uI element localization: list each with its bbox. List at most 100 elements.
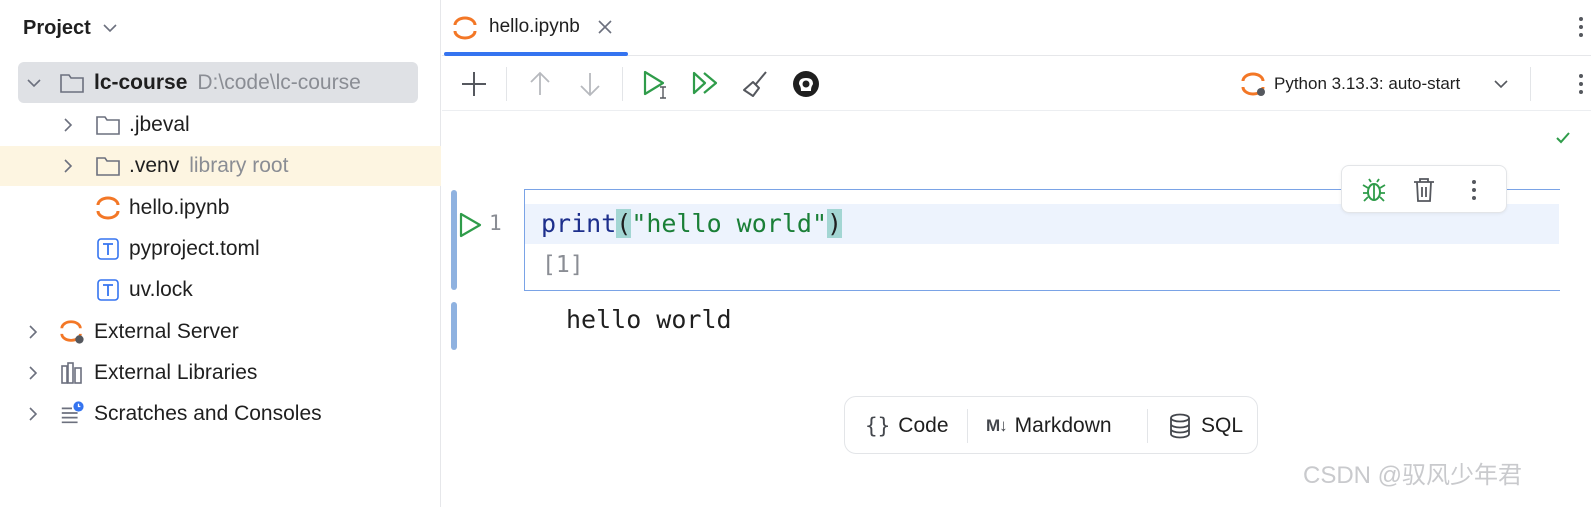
project-panel-title: Project bbox=[23, 16, 91, 39]
tree-item-scratches-and-consoles[interactable]: Scratches and Consoles bbox=[0, 394, 441, 434]
library-root-hint: library root bbox=[189, 154, 289, 177]
add-code-label: Code bbox=[898, 414, 949, 437]
add-bar-separator bbox=[967, 409, 968, 443]
database-icon bbox=[1170, 413, 1190, 439]
chevron-right-icon[interactable] bbox=[60, 158, 76, 174]
library-icon bbox=[59, 360, 85, 386]
more-vertical-icon[interactable] bbox=[1571, 69, 1591, 99]
tree-item-label: lc-course bbox=[94, 71, 188, 94]
kernel-selector[interactable]: Python 3.13.3: auto-start bbox=[1240, 69, 1460, 99]
move-cell-up-button[interactable] bbox=[524, 68, 556, 100]
run-cursor-icon bbox=[643, 70, 666, 99]
arrow-up-icon bbox=[530, 71, 550, 95]
close-icon[interactable] bbox=[595, 17, 615, 37]
tree-item-lc-course[interactable]: lc-course D:\code\lc-course bbox=[0, 63, 441, 103]
tree-item-external-server[interactable]: External Server bbox=[0, 312, 441, 352]
check-icon bbox=[1556, 132, 1570, 144]
chevron-right-icon[interactable] bbox=[60, 117, 76, 133]
toolbar-separator bbox=[1530, 67, 1531, 101]
tree-item-label: .venv bbox=[129, 154, 180, 177]
chevron-right-icon[interactable] bbox=[25, 324, 41, 340]
jupyter-server-icon bbox=[59, 319, 85, 345]
code-token-function: print bbox=[541, 209, 617, 238]
move-cell-down-button[interactable] bbox=[574, 68, 606, 100]
cell-output: hello world bbox=[566, 305, 732, 334]
tree-item-venv[interactable]: .venv library root bbox=[0, 146, 441, 186]
tree-item-external-libraries[interactable]: External Libraries bbox=[0, 353, 441, 393]
text-file-icon bbox=[95, 236, 121, 262]
broom-icon bbox=[743, 71, 767, 97]
cell-more-button[interactable] bbox=[1458, 174, 1490, 206]
editor-tab-bar: hello.ipynb bbox=[442, 0, 1591, 56]
toolbar-separator bbox=[622, 67, 623, 101]
trash-icon bbox=[1414, 178, 1434, 202]
execution-count: [1] bbox=[542, 252, 584, 278]
run-all-icon bbox=[692, 71, 718, 95]
jupyter-notebook-icon bbox=[453, 16, 477, 40]
add-code-cell-button[interactable]: {} Code bbox=[865, 407, 949, 445]
tree-item-label: hello.ipynb bbox=[129, 196, 230, 219]
code-token-paren-open: ( bbox=[616, 209, 632, 238]
folder-icon bbox=[59, 70, 85, 96]
active-tab-indicator bbox=[444, 52, 628, 56]
watermark: CSDN @驭风少年君 bbox=[1303, 462, 1523, 489]
markdown-icon: M↓ bbox=[986, 416, 1008, 435]
folder-icon bbox=[95, 153, 121, 179]
tree-item-label: pyproject.toml bbox=[129, 237, 260, 260]
tree-item-label: uv.lock bbox=[129, 278, 193, 301]
add-markdown-cell-button[interactable]: M↓ Markdown bbox=[986, 407, 1112, 445]
clear-outputs-button[interactable] bbox=[740, 68, 772, 100]
tree-item-uv-lock[interactable]: uv.lock bbox=[0, 270, 441, 310]
add-cell-button[interactable] bbox=[458, 68, 490, 100]
code-token-string: "hello world" bbox=[631, 209, 827, 238]
output-collapse-bar[interactable] bbox=[451, 302, 457, 350]
chevron-right-icon[interactable] bbox=[25, 365, 41, 381]
text-file-icon bbox=[95, 277, 121, 303]
line-number: 1 bbox=[489, 211, 502, 235]
scratches-icon bbox=[59, 400, 85, 426]
add-sql-label: SQL bbox=[1201, 414, 1244, 437]
github-button[interactable] bbox=[790, 68, 822, 100]
tree-item-jbeval[interactable]: .jbeval bbox=[0, 105, 441, 145]
add-cell-bar: {} Code M↓ Markdown SQL bbox=[844, 396, 1258, 454]
tree-item-hello-ipynb[interactable]: hello.ipynb bbox=[0, 188, 441, 228]
tree-item-label: External Libraries bbox=[94, 361, 258, 384]
more-vertical-icon bbox=[1472, 180, 1476, 200]
tree-item-label: Scratches and Consoles bbox=[94, 402, 322, 425]
jupyter-notebook-icon bbox=[95, 195, 121, 221]
tree-item-label: .jbeval bbox=[129, 113, 190, 136]
run-cell-select-below-button[interactable] bbox=[640, 68, 672, 100]
bug-icon bbox=[1362, 178, 1386, 202]
more-vertical-icon[interactable] bbox=[1571, 12, 1591, 42]
cell-actions-toolbar bbox=[1341, 165, 1507, 213]
plus-icon bbox=[462, 72, 486, 96]
chevron-down-icon[interactable] bbox=[1492, 75, 1510, 93]
jupyter-kernel-icon bbox=[1241, 72, 1265, 96]
arrow-down-icon bbox=[580, 73, 600, 97]
project-path: D:\code\lc-course bbox=[197, 71, 361, 94]
add-bar-separator bbox=[1147, 409, 1148, 443]
run-cell-icon[interactable] bbox=[456, 211, 484, 239]
toolbar-separator bbox=[506, 67, 507, 101]
code-token-paren-close: ) bbox=[827, 209, 843, 238]
delete-cell-button[interactable] bbox=[1408, 174, 1440, 206]
folder-icon bbox=[95, 112, 121, 138]
tree-item-label: External Server bbox=[94, 320, 239, 343]
cell-focus-bar[interactable] bbox=[451, 190, 457, 290]
code-editor-line[interactable]: print("hello world") bbox=[541, 207, 843, 241]
project-panel: Project lc-course D:\code\lc-course .jbev… bbox=[0, 0, 441, 507]
add-sql-cell-button[interactable]: SQL bbox=[1167, 407, 1243, 445]
add-markdown-label: Markdown bbox=[1014, 414, 1112, 437]
chevron-down-icon[interactable] bbox=[101, 19, 119, 37]
run-all-button[interactable] bbox=[690, 68, 722, 100]
notebook-toolbar: Python 3.13.3: auto-start bbox=[442, 57, 1591, 111]
chevron-right-icon[interactable] bbox=[25, 406, 41, 422]
debug-cell-button[interactable] bbox=[1358, 174, 1390, 206]
github-icon bbox=[793, 71, 819, 97]
chevron-down-icon[interactable] bbox=[26, 75, 42, 91]
tab-hello-ipynb[interactable]: hello.ipynb bbox=[442, 0, 628, 56]
project-panel-header[interactable]: Project bbox=[23, 14, 119, 42]
braces-icon: {} bbox=[865, 414, 891, 438]
kernel-label: Python 3.13.3: auto-start bbox=[1274, 74, 1461, 93]
tree-item-pyproject-toml[interactable]: pyproject.toml bbox=[0, 229, 441, 269]
